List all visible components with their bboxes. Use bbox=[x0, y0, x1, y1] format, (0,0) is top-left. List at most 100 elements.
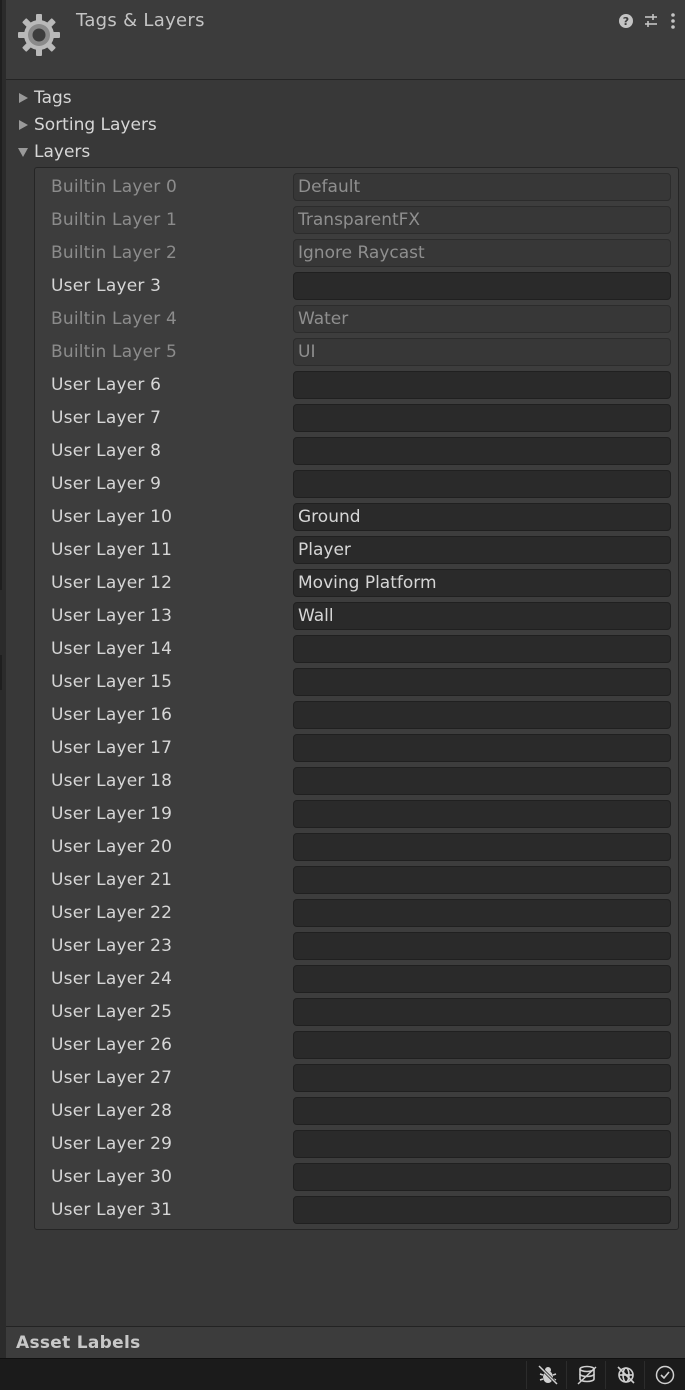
layer-name-field[interactable] bbox=[293, 965, 671, 993]
layer-row: User Layer 9 bbox=[35, 467, 678, 500]
layer-name-field[interactable] bbox=[293, 734, 671, 762]
asset-labels-bar[interactable]: Asset Labels bbox=[6, 1326, 685, 1358]
layer-name-label: User Layer 10 bbox=[51, 507, 173, 527]
layer-row: User Layer 23 bbox=[35, 929, 678, 962]
layer-name-label: User Layer 21 bbox=[51, 870, 173, 890]
status-separator bbox=[566, 1361, 567, 1389]
layer-name-label: Builtin Layer 0 bbox=[51, 177, 178, 197]
debug-off-icon[interactable] bbox=[537, 1364, 559, 1386]
layer-name-label: User Layer 12 bbox=[51, 573, 173, 593]
layers-list: Builtin Layer 0 Default Builtin Layer 1 Tra… bbox=[34, 167, 679, 1230]
layer-name-field[interactable] bbox=[293, 899, 671, 927]
layer-name-label: User Layer 17 bbox=[51, 738, 173, 758]
layer-name-label: User Layer 30 bbox=[51, 1167, 173, 1187]
layer-name-label: User Layer 27 bbox=[51, 1068, 173, 1088]
layer-name-label: User Layer 13 bbox=[51, 606, 173, 626]
layer-name-field[interactable]: Wall bbox=[293, 602, 671, 630]
layer-name-label: User Layer 9 bbox=[51, 474, 162, 494]
help-icon[interactable]: ? bbox=[618, 12, 634, 30]
layer-name-field: UI bbox=[293, 338, 671, 366]
layer-row: Builtin Layer 2 Ignore Raycast bbox=[35, 236, 678, 269]
layer-name-field[interactable] bbox=[293, 1031, 671, 1059]
cache-server-icon[interactable] bbox=[576, 1364, 598, 1386]
layer-name-field[interactable] bbox=[293, 866, 671, 894]
gear-icon bbox=[18, 14, 60, 56]
layer-row: User Layer 14 bbox=[35, 632, 678, 665]
layer-row: User Layer 10 Ground bbox=[35, 500, 678, 533]
status-separator bbox=[526, 1361, 527, 1389]
layer-row: User Layer 31 bbox=[35, 1193, 678, 1226]
layer-name-field[interactable] bbox=[293, 1097, 671, 1125]
layer-row: Builtin Layer 4 Water bbox=[35, 302, 678, 335]
layer-name-field[interactable] bbox=[293, 668, 671, 696]
layer-row: User Layer 8 bbox=[35, 434, 678, 467]
layer-name-field[interactable] bbox=[293, 998, 671, 1026]
edge-border bbox=[0, 655, 2, 690]
inspector-header: Tags & Layers ? bbox=[6, 0, 685, 80]
edge-border bbox=[0, 0, 2, 590]
more-icon[interactable] bbox=[668, 12, 678, 30]
layer-name-label: Builtin Layer 1 bbox=[51, 210, 178, 230]
layer-name-field: Default bbox=[293, 173, 671, 201]
layer-row: User Layer 20 bbox=[35, 830, 678, 863]
layer-name-field[interactable] bbox=[293, 800, 671, 828]
layer-row: User Layer 28 bbox=[35, 1094, 678, 1127]
layer-row: User Layer 3 bbox=[35, 269, 678, 302]
layer-name-label: User Layer 16 bbox=[51, 705, 173, 725]
layer-name-field[interactable] bbox=[293, 1196, 671, 1224]
layer-name-field[interactable] bbox=[293, 404, 671, 432]
layer-name-label: User Layer 19 bbox=[51, 804, 173, 824]
preset-icon[interactable] bbox=[643, 12, 659, 30]
layer-name-field[interactable] bbox=[293, 932, 671, 960]
svg-text:?: ? bbox=[623, 15, 629, 28]
layer-name-field[interactable] bbox=[293, 272, 671, 300]
layer-name-field[interactable]: Player bbox=[293, 536, 671, 564]
layer-name-field: TransparentFX bbox=[293, 206, 671, 234]
layer-name-label: User Layer 23 bbox=[51, 936, 173, 956]
layer-row: User Layer 12 Moving Platform bbox=[35, 566, 678, 599]
layer-name-label: User Layer 15 bbox=[51, 672, 173, 692]
layers-foldout[interactable]: Layers bbox=[16, 140, 90, 164]
layer-name-field[interactable] bbox=[293, 470, 671, 498]
chevron-right-icon bbox=[16, 91, 30, 105]
status-bar bbox=[0, 1358, 685, 1390]
layer-name-label: User Layer 7 bbox=[51, 408, 162, 428]
sorting-layers-foldout-label: Sorting Layers bbox=[34, 115, 157, 135]
layer-name-label: User Layer 25 bbox=[51, 1002, 173, 1022]
layer-name-field[interactable] bbox=[293, 767, 671, 795]
layer-name-field[interactable] bbox=[293, 1064, 671, 1092]
layer-name-field[interactable]: Ground bbox=[293, 503, 671, 531]
tags-foldout-label: Tags bbox=[34, 88, 72, 108]
layer-row: Builtin Layer 5 UI bbox=[35, 335, 678, 368]
layer-name-field[interactable] bbox=[293, 1130, 671, 1158]
layer-name-field[interactable] bbox=[293, 701, 671, 729]
layer-row: User Layer 30 bbox=[35, 1160, 678, 1193]
layer-row: User Layer 17 bbox=[35, 731, 678, 764]
layer-name-field[interactable] bbox=[293, 833, 671, 861]
layer-name-label: User Layer 6 bbox=[51, 375, 162, 395]
layer-name-label: User Layer 28 bbox=[51, 1101, 173, 1121]
checkmark-icon[interactable] bbox=[654, 1364, 676, 1386]
layer-name-field[interactable] bbox=[293, 437, 671, 465]
inspector-panel: Tags & Layers ? Tags Sorting Layers Laye… bbox=[6, 0, 685, 1358]
layer-row: User Layer 19 bbox=[35, 797, 678, 830]
layer-row: User Layer 26 bbox=[35, 1028, 678, 1061]
layer-name-label: User Layer 26 bbox=[51, 1035, 173, 1055]
tags-foldout[interactable]: Tags bbox=[16, 86, 72, 110]
layer-name-field: Water bbox=[293, 305, 671, 333]
layer-name-label: User Layer 31 bbox=[51, 1200, 173, 1220]
layer-name-field[interactable] bbox=[293, 371, 671, 399]
layer-name-field[interactable] bbox=[293, 1163, 671, 1191]
layer-name-field[interactable]: Moving Platform bbox=[293, 569, 671, 597]
layer-name-field[interactable] bbox=[293, 635, 671, 663]
layer-row: User Layer 29 bbox=[35, 1127, 678, 1160]
chevron-down-icon bbox=[16, 145, 30, 159]
layer-row: User Layer 18 bbox=[35, 764, 678, 797]
sorting-layers-foldout[interactable]: Sorting Layers bbox=[16, 113, 157, 137]
layer-name-label: User Layer 29 bbox=[51, 1134, 173, 1154]
network-off-icon[interactable] bbox=[615, 1364, 637, 1386]
window-title: Tags & Layers bbox=[76, 10, 205, 31]
layer-name-label: Builtin Layer 4 bbox=[51, 309, 178, 329]
layer-row: User Layer 25 bbox=[35, 995, 678, 1028]
layer-row: Builtin Layer 0 Default bbox=[35, 170, 678, 203]
